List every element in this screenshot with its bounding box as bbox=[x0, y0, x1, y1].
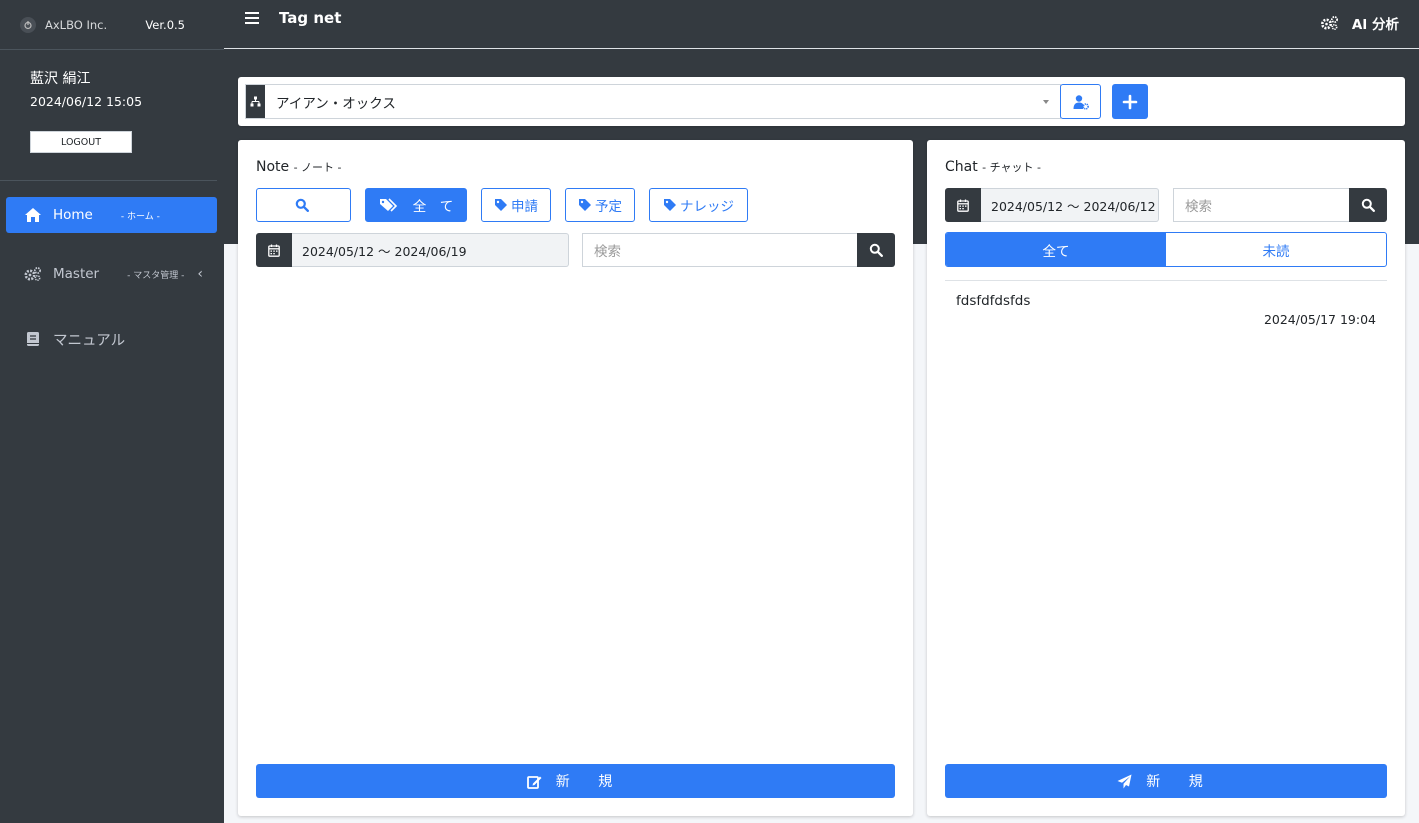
chat-search-button[interactable] bbox=[1349, 188, 1387, 222]
chat-message-time: 2024/05/17 19:04 bbox=[1263, 312, 1376, 327]
sidebar: AxLBO Inc. Ver.0.5 藍沢 絹江 2024/06/12 15:0… bbox=[0, 0, 224, 823]
note-date-range-value: 2024/05/12 〜 2024/06/19 bbox=[292, 233, 569, 267]
plus-icon bbox=[1122, 94, 1138, 109]
nav-item-manual[interactable]: マニュアル bbox=[6, 321, 217, 357]
new-chat-button[interactable]: 新 規 bbox=[945, 764, 1387, 798]
brand-name: AxLBO Inc. bbox=[45, 17, 108, 32]
chat-title: Chat bbox=[945, 159, 978, 175]
user-panel: 藍沢 絹江 2024/06/12 15:05 LOGOUT bbox=[0, 50, 217, 181]
group-members-button[interactable] bbox=[1060, 84, 1101, 119]
nav-item-sublabel: - ホーム - bbox=[120, 211, 160, 222]
top-navbar: Tag net AI 分析 bbox=[224, 0, 1419, 49]
edit-icon bbox=[526, 775, 542, 789]
nav-item-label: Master bbox=[53, 266, 100, 282]
new-chat-label: 新 規 bbox=[1146, 774, 1215, 790]
tag-filter-all[interactable]: 全 て bbox=[365, 188, 467, 222]
note-subtitle: - ノート - bbox=[293, 161, 342, 174]
ai-analysis-button[interactable]: AI 分析 bbox=[1320, 13, 1399, 33]
chevron-left-icon: ‹ bbox=[197, 266, 203, 282]
gears-icon bbox=[23, 265, 43, 283]
gears-icon bbox=[1320, 16, 1338, 31]
home-icon bbox=[23, 206, 43, 224]
note-search-input[interactable]: 検索 bbox=[582, 233, 857, 267]
note-date-range[interactable]: 2024/05/12 〜 2024/06/19 bbox=[256, 233, 569, 267]
main-content: アイアン・オックス Note - ノート - 全 て 申請 予定 ナレッジ 20… bbox=[224, 50, 1419, 823]
chat-date-range-value: 2024/05/12 〜 2024/06/12 bbox=[981, 188, 1159, 222]
chat-subtitle: - チャット - bbox=[982, 161, 1041, 174]
search-icon bbox=[869, 243, 883, 257]
tag-icon bbox=[664, 199, 676, 211]
add-group-button[interactable] bbox=[1112, 84, 1148, 119]
tab-unread[interactable]: 未読 bbox=[1166, 233, 1386, 266]
ai-analysis-label: AI 分析 bbox=[1351, 17, 1399, 33]
note-card: Note - ノート - 全 て 申請 予定 ナレッジ 2024/05/12 〜… bbox=[238, 140, 913, 816]
search-icon bbox=[1361, 198, 1375, 212]
tag-icon bbox=[579, 199, 591, 211]
group-select-value: アイアン・オックス bbox=[276, 95, 396, 112]
nav-item-label: マニュアル bbox=[53, 332, 126, 349]
calendar-icon bbox=[945, 188, 981, 222]
nav-item-master[interactable]: Master - マスタ管理 - ‹ bbox=[6, 256, 217, 292]
app-version: Ver.0.5 bbox=[145, 17, 185, 32]
brand-logo-icon bbox=[20, 16, 36, 33]
nav-item-home[interactable]: Home - ホーム - bbox=[6, 197, 217, 233]
tag-filter-label: 全 て bbox=[412, 199, 454, 215]
tags-icon bbox=[379, 198, 397, 212]
chat-search: 検索 bbox=[1173, 188, 1387, 222]
chat-search-input[interactable]: 検索 bbox=[1173, 188, 1349, 222]
tag-filter-application[interactable]: 申請 bbox=[481, 188, 551, 222]
tag-icon bbox=[495, 199, 507, 211]
user-datetime: 2024/06/12 15:05 bbox=[30, 94, 143, 109]
brand[interactable]: AxLBO Inc. Ver.0.5 bbox=[0, 0, 224, 50]
tag-filter-knowledge[interactable]: ナレッジ bbox=[649, 188, 748, 222]
sitemap-icon bbox=[246, 85, 265, 118]
note-card-title: Note - ノート - bbox=[256, 159, 342, 175]
tab-all[interactable]: 全て bbox=[946, 233, 1166, 266]
chat-message-text: fdsfdfdsfds bbox=[956, 293, 1031, 309]
user-settings-icon bbox=[1073, 94, 1089, 110]
new-note-label: 新 規 bbox=[555, 774, 625, 790]
tag-filter-label: ナレッジ bbox=[680, 199, 734, 215]
group-selector-bar: アイアン・オックス bbox=[238, 77, 1405, 126]
chat-card-title: Chat - チャット - bbox=[945, 159, 1041, 175]
nav-item-label: Home bbox=[53, 207, 93, 223]
note-search: 検索 bbox=[582, 233, 895, 267]
note-search-toggle-button[interactable] bbox=[256, 188, 351, 222]
search-icon bbox=[295, 198, 309, 212]
caret-down-icon bbox=[1043, 99, 1049, 104]
new-note-button[interactable]: 新 規 bbox=[256, 764, 895, 798]
menu-toggle-icon[interactable] bbox=[245, 12, 259, 26]
calendar-icon bbox=[256, 233, 292, 267]
app-title: Tag net bbox=[279, 9, 342, 27]
logout-button[interactable]: LOGOUT bbox=[30, 131, 132, 153]
nav-item-sublabel: - マスタ管理 - bbox=[127, 270, 185, 281]
divider bbox=[945, 280, 1387, 281]
tag-filter-schedule[interactable]: 予定 bbox=[565, 188, 635, 222]
user-name: 藍沢 絹江 bbox=[30, 71, 91, 87]
paper-plane-icon bbox=[1117, 774, 1132, 788]
chat-filter-tabs: 全て 未読 bbox=[945, 232, 1387, 267]
book-icon bbox=[23, 330, 43, 348]
group-select[interactable]: アイアン・オックス bbox=[245, 84, 1061, 119]
note-search-button[interactable] bbox=[857, 233, 895, 267]
tag-filter-label: 予定 bbox=[595, 199, 622, 215]
note-title: Note bbox=[256, 159, 290, 175]
tag-filter-label: 申請 bbox=[511, 199, 538, 215]
chat-date-range[interactable]: 2024/05/12 〜 2024/06/12 bbox=[945, 188, 1159, 222]
chat-card: Chat - チャット - 2024/05/12 〜 2024/06/12 検索… bbox=[927, 140, 1405, 816]
chat-message-item[interactable]: fdsfdfdsfds 2024/05/17 19:04 bbox=[945, 290, 1387, 334]
